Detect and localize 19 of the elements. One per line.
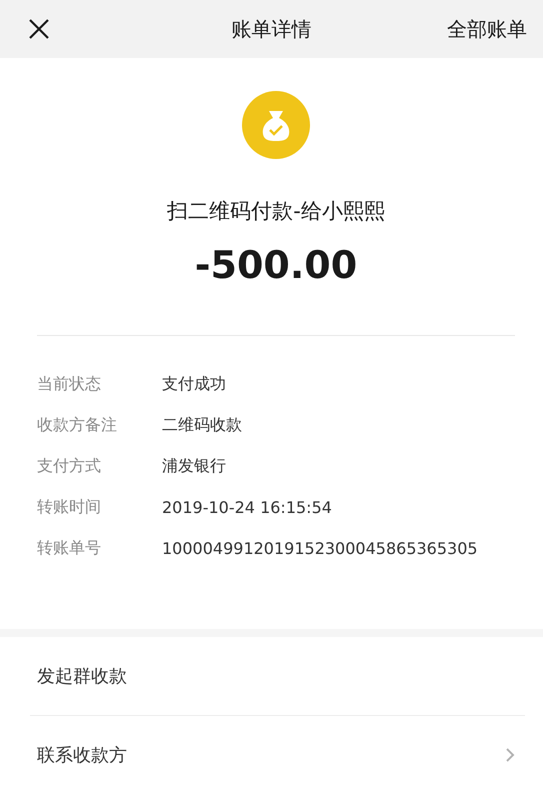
close-icon[interactable] bbox=[28, 18, 50, 40]
page-title: 账单详情 bbox=[232, 16, 312, 42]
detail-value: 1000049912019152300045865365305 bbox=[162, 539, 478, 558]
action-item[interactable]: 发起群收款 bbox=[0, 637, 543, 715]
action-item[interactable]: 联系收款方 bbox=[0, 716, 543, 794]
detail-value: 二维码收款 bbox=[162, 415, 242, 436]
detail-label: 收款方备注 bbox=[37, 415, 118, 436]
detail-value: 2019-10-24 16:15:54 bbox=[162, 498, 332, 517]
chevron-icon bbox=[505, 747, 515, 763]
payment-title: 扫二维码付款-给小熙熙 bbox=[167, 198, 385, 225]
money-bag-icon bbox=[242, 91, 310, 159]
detail-label: 转账单号 bbox=[37, 538, 102, 559]
payment-amount: -500.00 bbox=[194, 243, 358, 287]
detail-label: 当前状态 bbox=[37, 374, 102, 395]
detail-value: 支付成功 bbox=[162, 374, 226, 395]
all-bills-link[interactable]: 全部账单 bbox=[447, 16, 527, 42]
detail-label: 支付方式 bbox=[37, 456, 102, 477]
detail-value: 浦发银行 bbox=[162, 456, 226, 477]
detail-label: 转账时间 bbox=[37, 497, 102, 518]
